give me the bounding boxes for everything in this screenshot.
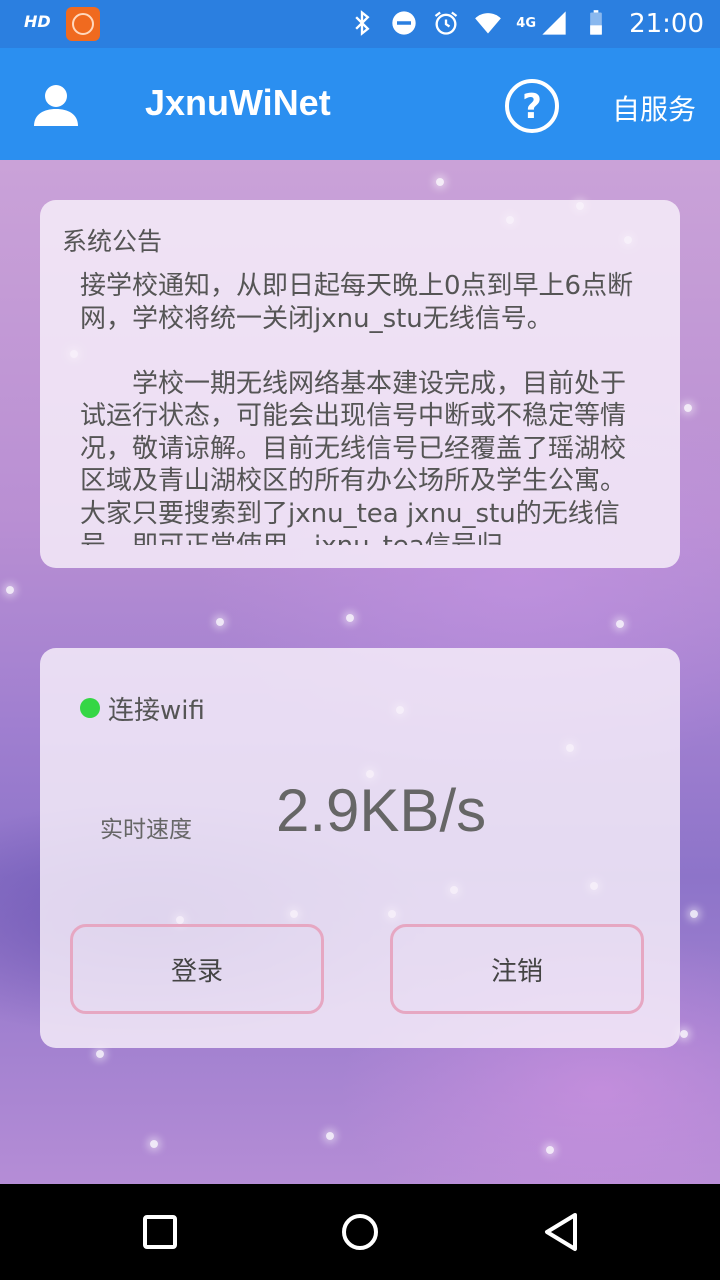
home-icon[interactable] — [340, 1212, 380, 1252]
user-icon[interactable] — [30, 80, 82, 132]
app-title: JxnuWiNet — [145, 82, 331, 123]
clock: 21:00 — [629, 9, 704, 39]
self-service-button[interactable]: 自服务 — [612, 88, 696, 128]
network-type-label: HD — [24, 12, 51, 31]
recent-apps-icon[interactable] — [142, 1212, 178, 1252]
announcement-title: 系统公告 — [62, 227, 163, 256]
bluetooth-icon — [355, 10, 370, 36]
logout-button[interactable]: 注销 — [390, 924, 644, 1014]
announcement-text[interactable]: 接学校通知，从即日起每天晚上0点到早上6点断网，学校将统一关闭jxnu_stu无… — [80, 270, 645, 545]
speed-label: 实时速度 — [100, 817, 192, 843]
announcement-card: 系统公告 接学校通知，从即日起每天晚上0点到早上6点断网，学校将统一关闭jxnu… — [40, 200, 680, 568]
app-bar: JxnuWiNet ? 自服务 — [0, 48, 720, 160]
status-bar: HD 4G 21:00 — [0, 0, 720, 48]
alarm-icon — [435, 11, 458, 35]
signal-type-label: 4G — [516, 15, 536, 31]
help-icon[interactable]: ? — [504, 78, 560, 134]
connection-status-indicator — [80, 698, 100, 718]
system-navigation-bar — [0, 1184, 720, 1280]
app-notification-icon — [66, 7, 100, 41]
status-icons: 4G — [348, 9, 610, 37]
back-icon[interactable] — [542, 1212, 580, 1252]
svg-text:?: ? — [522, 87, 542, 127]
connection-status-label: 连接wifi — [108, 696, 205, 726]
connection-card: 连接wifi 实时速度 2.9KB/s 登录 注销 — [40, 648, 680, 1048]
signal-icon — [542, 11, 566, 35]
login-button[interactable]: 登录 — [70, 924, 324, 1014]
wifi-icon — [475, 13, 502, 34]
do-not-disturb-icon — [392, 11, 416, 35]
battery-icon — [590, 10, 602, 35]
speed-value: 2.9KB/s — [276, 777, 487, 844]
